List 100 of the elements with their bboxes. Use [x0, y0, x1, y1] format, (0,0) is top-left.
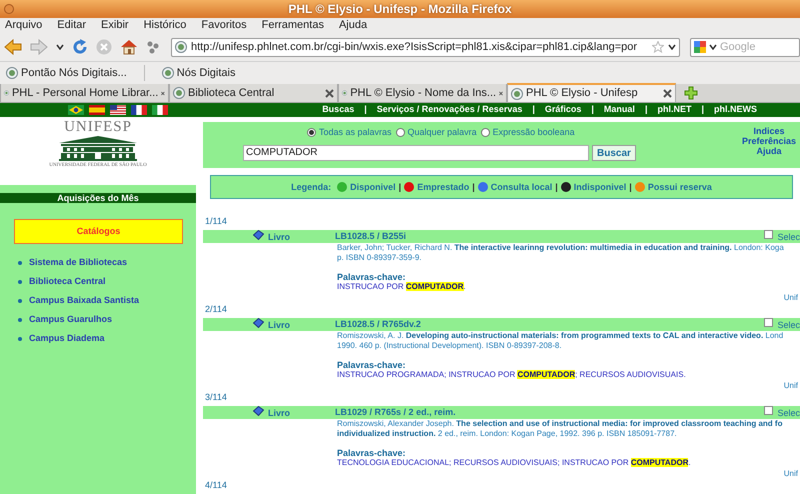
- back-arrow-icon[interactable]: [4, 39, 22, 55]
- library-name: Unif: [784, 380, 798, 392]
- nav-link[interactable]: Gráficos: [544, 103, 582, 117]
- sidebar-link[interactable]: Biblioteca Central: [29, 274, 106, 288]
- browser-tab[interactable]: PHL © Elysio - Nome da Ins...: [338, 84, 507, 102]
- checkbox[interactable]: [764, 406, 774, 415]
- window-title: PHL © Elysio - Unifesp - Mozilla Firefox: [288, 1, 512, 18]
- menu-item[interactable]: Arquivo: [5, 17, 42, 34]
- radio-option[interactable]: Expressão booleana: [480, 126, 575, 140]
- italy-flag-icon[interactable]: [152, 105, 168, 115]
- browser-tab[interactable]: Biblioteca Central: [169, 84, 338, 102]
- record-text: p. ISBN 0-89397-359-9.: [337, 253, 422, 263]
- sidebar-link[interactable]: Campus Baixada Santista: [29, 294, 140, 308]
- checkbox[interactable]: [764, 318, 774, 327]
- section-heading: Aquisições do Mês: [0, 193, 196, 203]
- reload-icon[interactable]: [72, 39, 88, 55]
- nav-link[interactable]: Manual: [604, 103, 635, 117]
- legend-text: Possui reserva: [648, 180, 712, 194]
- record-text: Romiszowski, Alexander Joseph. The selection and use of instructional media: for improved classroom teaching and fo: [337, 419, 784, 429]
- result-number: 1/114: [204, 216, 228, 228]
- record-text: Barker, John; Tucker, Richard N. The interactive learinng revolution: multimedia in education and training. London: Koga: [337, 243, 785, 253]
- separator-text: |: [398, 180, 402, 194]
- home-icon[interactable]: [120, 39, 138, 55]
- globe-icon: [6, 67, 18, 79]
- bullet-icon: [18, 336, 22, 340]
- book-icon: [253, 230, 264, 240]
- separator-text: |: [644, 103, 648, 116]
- book-icon: [253, 318, 264, 328]
- close-icon[interactable]: [325, 88, 334, 98]
- checkbox-label: Selec: [777, 319, 800, 332]
- france-flag-icon[interactable]: [131, 105, 147, 115]
- record-text: 1990. 460 p. (Instructional Development). ISBN 0-89397-208-8.: [337, 341, 563, 351]
- menu-item[interactable]: Editar: [57, 17, 86, 34]
- caret-icon[interactable]: [56, 44, 64, 50]
- bookmark-link[interactable]: Pontão Nós Digitais...: [5, 64, 128, 82]
- close-icon[interactable]: [663, 89, 672, 98]
- help-link[interactable]: Indices: [753, 126, 784, 136]
- help-link[interactable]: Ajuda: [756, 146, 782, 156]
- search-field[interactable]: Google: [720, 38, 796, 56]
- search-engine-icon: [694, 41, 706, 53]
- search-field[interactable]: Google: [690, 38, 800, 56]
- menu-item[interactable]: Ajuda: [338, 17, 368, 34]
- separator-text: |: [701, 103, 704, 116]
- browser-tab[interactable]: PHL © Elysio - Unifesp: [507, 83, 676, 102]
- brazil-flag-icon[interactable]: [68, 105, 84, 115]
- separator-text: |: [472, 180, 475, 194]
- menu-item[interactable]: Ferramentas: [262, 17, 324, 34]
- browser-tab[interactable]: PHL - Personal Home Librar...: [0, 84, 169, 102]
- call-number[interactable]: LB1029 / R765s / 2 ed., reim.: [335, 406, 456, 420]
- search-input[interactable]: COMPUTADOR: [243, 144, 589, 160]
- search-button[interactable]: Buscar: [592, 144, 636, 160]
- close-icon[interactable]: [499, 88, 503, 98]
- radio-option[interactable]: Todas as palavras: [307, 126, 392, 140]
- radio-option[interactable]: Qualquer palavra: [396, 126, 477, 140]
- keywords-text: INSTRUCAO POR COMPUTADOR.: [337, 282, 467, 292]
- address-bar[interactable]: http://unifesp.phlnet.com.br/cgi-bin/wxis.exe?IsisScript=phl81.xis&cipar=phl81.cip&lang=por: [171, 38, 680, 56]
- legend-text: Consulta local: [490, 180, 552, 194]
- catalog-link[interactable]: Catálogos: [14, 219, 183, 244]
- caret-icon[interactable]: [668, 44, 676, 50]
- network-icon[interactable]: [146, 40, 160, 54]
- window-close-icon[interactable]: [4, 4, 14, 14]
- library-name: Unif: [784, 468, 798, 480]
- checkbox[interactable]: [764, 230, 774, 239]
- bullet-icon: [18, 318, 22, 322]
- call-number[interactable]: LB1028.5 / B255i: [335, 230, 406, 244]
- separator-text: |: [555, 180, 558, 194]
- legend-text: Indisponivel: [574, 180, 626, 194]
- help-link[interactable]: Preferências: [742, 136, 796, 146]
- nav-link[interactable]: Serviços / Renovações / Reservas: [376, 103, 522, 117]
- globe-icon: [162, 67, 174, 79]
- menu-item[interactable]: Exibir: [101, 17, 129, 34]
- bookmark-link[interactable]: Nós Digitais: [160, 64, 236, 82]
- nav-link[interactable]: phl.NEWS: [714, 103, 757, 117]
- sidebar-link[interactable]: Sistema de Bibliotecas: [29, 256, 128, 270]
- result-number: 3/114: [204, 392, 228, 404]
- library-name: Unif: [784, 292, 798, 304]
- bullet-icon: [18, 298, 22, 302]
- legend-text: Disponivel: [350, 180, 396, 194]
- separator-text: |: [629, 180, 632, 194]
- radio-button[interactable]: [396, 128, 405, 138]
- document-type: Livro: [268, 406, 290, 420]
- call-number[interactable]: LB1028.5 / R765dv.2: [335, 318, 421, 332]
- result-number: 4/114: [204, 480, 228, 492]
- menu-item[interactable]: Favoritos: [201, 17, 247, 34]
- menu-item[interactable]: Histórico: [144, 17, 186, 34]
- radio-button[interactable]: [307, 128, 316, 138]
- separator-text: |: [364, 103, 367, 116]
- spain-flag-icon[interactable]: [89, 105, 105, 115]
- sidebar-link[interactable]: Campus Guarulhos: [29, 312, 112, 326]
- result-number: 2/114: [204, 304, 228, 316]
- document-type: Livro: [268, 230, 290, 244]
- nav-link[interactable]: phl.NET: [657, 103, 692, 117]
- record-text: Romiszowski, A. J. Developing auto-instructional materials: from programmed texts to CAL and interactive video. Lond: [337, 331, 784, 341]
- bullet-icon: [18, 280, 22, 284]
- separator-text: |: [591, 103, 594, 116]
- nav-link[interactable]: Buscas: [322, 103, 354, 117]
- usa-flag-icon[interactable]: [110, 105, 126, 115]
- sidebar-link[interactable]: Campus Diadema: [29, 332, 105, 346]
- radio-button[interactable]: [480, 128, 490, 138]
- new-tab-icon[interactable]: [684, 86, 698, 100]
